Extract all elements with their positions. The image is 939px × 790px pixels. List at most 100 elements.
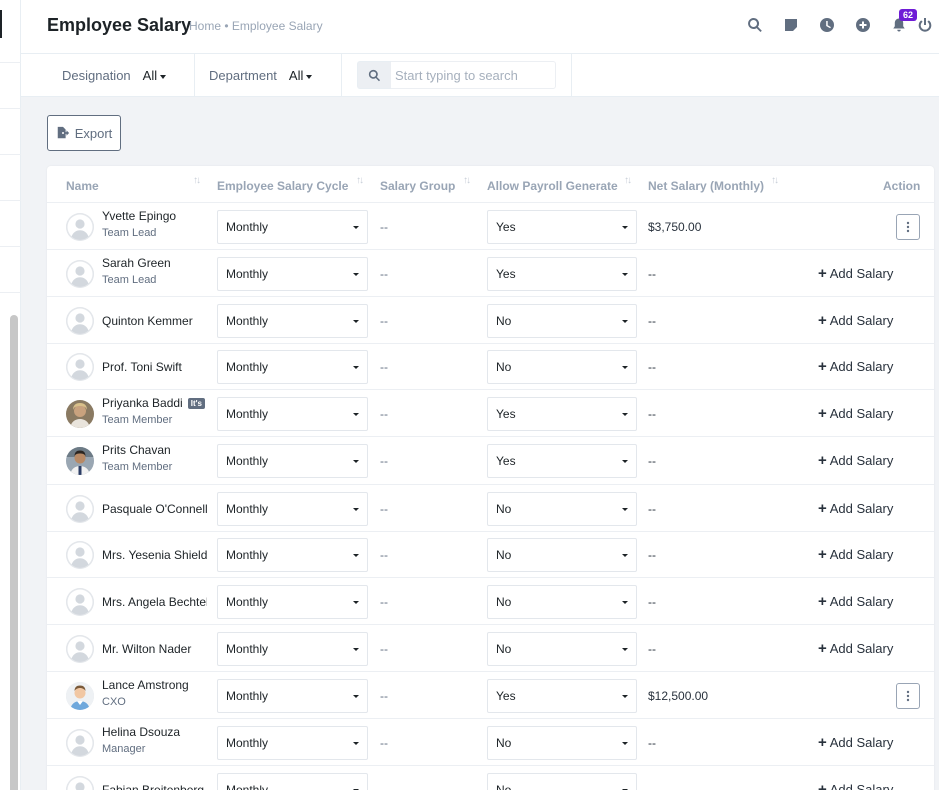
salary-cycle-select[interactable]: Monthly bbox=[217, 585, 368, 619]
allow-payroll-select[interactable]: No bbox=[487, 726, 637, 760]
employee-name[interactable]: Priyanka Baddi It's bbox=[102, 396, 207, 410]
col-salary-group[interactable]: Salary Group bbox=[380, 179, 455, 193]
plus-circle-icon[interactable] bbox=[845, 14, 881, 36]
employee-name[interactable]: Lance Amstrong bbox=[102, 678, 207, 692]
sticky-note-icon[interactable] bbox=[773, 14, 809, 36]
allow-payroll-select[interactable]: No bbox=[487, 538, 637, 572]
salary-cycle-select[interactable]: Monthly bbox=[217, 679, 368, 713]
salary-cycle-select[interactable]: Monthly bbox=[217, 444, 368, 478]
bell-icon[interactable]: 62 bbox=[881, 9, 917, 36]
table-row: Prof. Toni Swift Monthly -- No -- + Add Salary bbox=[47, 344, 934, 390]
salary-cycle-select[interactable]: Monthly bbox=[217, 210, 368, 244]
employee-name[interactable]: Helina Dsouza bbox=[102, 725, 207, 739]
salary-cycle-select[interactable]: Monthly bbox=[217, 632, 368, 666]
salary-cycle-select[interactable]: Monthly bbox=[217, 726, 368, 760]
power-icon[interactable] bbox=[917, 14, 939, 36]
designation-filter[interactable]: Designation All bbox=[21, 54, 195, 97]
allow-payroll-select[interactable]: Yes bbox=[487, 444, 637, 478]
sort-icon[interactable]: ↑↓ bbox=[193, 175, 201, 186]
search-icon[interactable] bbox=[737, 14, 773, 36]
add-salary-button[interactable]: + Add Salary bbox=[818, 500, 893, 517]
allow-payroll-select[interactable]: Yes bbox=[487, 397, 637, 431]
net-salary-value: -- bbox=[648, 454, 656, 468]
allow-payroll-select[interactable]: No bbox=[487, 585, 637, 619]
employee-name[interactable]: Quinton Kemmer bbox=[102, 314, 207, 328]
salary-cycle-select[interactable]: Monthly bbox=[217, 492, 368, 526]
employee-name-text: Priyanka Baddi bbox=[102, 396, 183, 410]
salary-group-value: -- bbox=[380, 454, 388, 468]
add-salary-button[interactable]: + Add Salary bbox=[818, 781, 893, 790]
chevron-down-icon bbox=[622, 320, 628, 323]
chevron-down-icon bbox=[622, 742, 628, 745]
allow-payroll-value: No bbox=[496, 736, 512, 750]
sidebar-scrollbar[interactable] bbox=[10, 315, 18, 790]
salary-cycle-select[interactable]: Monthly bbox=[217, 773, 368, 790]
chevron-down-icon bbox=[622, 601, 628, 604]
allow-payroll-select[interactable]: Yes bbox=[487, 679, 637, 713]
designation-dropdown[interactable]: All bbox=[143, 68, 167, 83]
add-salary-button[interactable]: + Add Salary bbox=[818, 358, 893, 375]
col-name[interactable]: Name bbox=[66, 179, 99, 193]
search-input[interactable] bbox=[391, 61, 556, 89]
file-export-icon bbox=[57, 126, 69, 139]
add-salary-button[interactable]: + Add Salary bbox=[818, 265, 893, 282]
chevron-down-icon bbox=[353, 320, 359, 323]
employee-name[interactable]: Fabian Breitenberg I bbox=[102, 783, 207, 790]
allow-payroll-select[interactable]: No bbox=[487, 773, 637, 790]
employee-name[interactable]: Sarah Green bbox=[102, 256, 207, 270]
sort-icon[interactable]: ↑↓ bbox=[356, 175, 364, 186]
plus-icon: + bbox=[818, 405, 827, 422]
more-options-button[interactable] bbox=[896, 683, 920, 709]
net-salary-value: $12,500.00 bbox=[648, 689, 709, 703]
department-filter[interactable]: Department All bbox=[195, 54, 342, 97]
col-salary-cycle[interactable]: Employee Salary Cycle bbox=[217, 179, 348, 193]
allow-payroll-select[interactable]: No bbox=[487, 304, 637, 338]
chevron-down-icon bbox=[622, 508, 628, 511]
add-salary-button[interactable]: + Add Salary bbox=[818, 312, 893, 329]
allow-payroll-select[interactable]: No bbox=[487, 632, 637, 666]
more-options-button[interactable] bbox=[896, 214, 920, 240]
allow-payroll-select[interactable]: Yes bbox=[487, 257, 637, 291]
allow-payroll-select[interactable]: No bbox=[487, 350, 637, 384]
employee-name[interactable]: Mrs. Angela Bechtel bbox=[102, 595, 207, 609]
filter-divider bbox=[571, 54, 572, 97]
plus-icon: + bbox=[818, 265, 827, 282]
salary-cycle-select[interactable]: Monthly bbox=[217, 304, 368, 338]
employee-name[interactable]: Prof. Toni Swift bbox=[102, 360, 207, 374]
salary-table: Name ↑↓ Employee Salary Cycle ↑↓ Salary … bbox=[47, 166, 934, 790]
allow-payroll-select[interactable]: No bbox=[487, 492, 637, 526]
sort-icon[interactable]: ↑↓ bbox=[463, 175, 471, 186]
employee-name[interactable]: Pasquale O'Connell bbox=[102, 502, 207, 516]
col-allow-payroll[interactable]: Allow Payroll Generate bbox=[487, 179, 618, 193]
salary-cycle-select[interactable]: Monthly bbox=[217, 538, 368, 572]
salary-cycle-select[interactable]: Monthly bbox=[217, 397, 368, 431]
clock-icon[interactable] bbox=[809, 14, 845, 36]
add-salary-button[interactable]: + Add Salary bbox=[818, 452, 893, 469]
employee-name[interactable]: Mr. Wilton Nader bbox=[102, 642, 207, 656]
add-salary-button[interactable]: + Add Salary bbox=[818, 593, 893, 610]
employee-name[interactable]: Yvette Epingo bbox=[102, 209, 207, 223]
search-icon bbox=[357, 61, 391, 89]
add-salary-button[interactable]: + Add Salary bbox=[818, 640, 893, 657]
employee-name-text: Yvette Epingo bbox=[102, 209, 177, 223]
sort-icon[interactable]: ↑↓ bbox=[624, 175, 632, 186]
salary-group-value: -- bbox=[380, 407, 388, 421]
employee-name-text: Prof. Toni Swift bbox=[102, 360, 182, 374]
allow-payroll-select[interactable]: Yes bbox=[487, 210, 637, 244]
col-net-salary[interactable]: Net Salary (Monthly) bbox=[648, 179, 764, 193]
avatar bbox=[66, 307, 94, 335]
chevron-down-icon bbox=[160, 74, 167, 79]
export-button[interactable]: Export bbox=[47, 115, 121, 151]
employee-name[interactable]: Prits Chavan bbox=[102, 443, 207, 457]
add-salary-button[interactable]: + Add Salary bbox=[818, 546, 893, 563]
sort-icon[interactable]: ↑↓ bbox=[771, 175, 779, 186]
add-salary-button[interactable]: + Add Salary bbox=[818, 405, 893, 422]
employee-name[interactable]: Mrs. Yesenia Shields bbox=[102, 548, 207, 562]
allow-payroll-value: Yes bbox=[496, 454, 516, 468]
salary-cycle-select[interactable]: Monthly bbox=[217, 350, 368, 384]
sidebar-toggle-edge[interactable] bbox=[0, 10, 2, 38]
salary-cycle-value: Monthly bbox=[226, 548, 269, 562]
department-dropdown[interactable]: All bbox=[289, 68, 313, 83]
add-salary-button[interactable]: + Add Salary bbox=[818, 734, 893, 751]
salary-cycle-select[interactable]: Monthly bbox=[217, 257, 368, 291]
